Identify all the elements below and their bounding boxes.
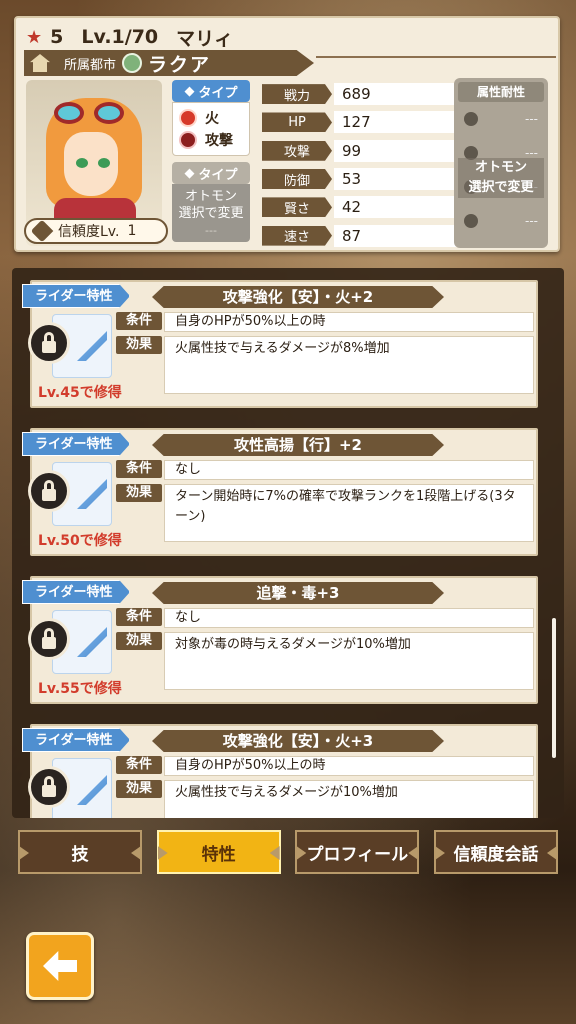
condition-text: なし [164,460,534,480]
city-band: 所属都市 ラクア [24,50,314,76]
trait-name: 攻撃強化【安】・火+2 [152,286,444,308]
effect-label: 効果 [116,484,162,502]
lock-icon [28,470,70,512]
rider-trait-label: ライダー特性 [22,728,130,752]
tab-traits[interactable]: 特性 [156,830,281,874]
city-label: 所属都市 [64,57,117,73]
character-status-card: ★ 5 Lv.1/70 マリィ 所属都市 ラクア 信頼度Lv. 1 ◆ タイプ … [14,16,560,252]
resistance-panel: 属性耐性 --- --- --- --- オトモン 選択で変更 [454,78,548,248]
stat-row: 賢さ 42 [262,193,458,221]
effect-text: 火属性技で与えるダメージが8%増加 [164,336,534,394]
trust-icon [30,219,54,243]
back-button[interactable] [26,932,94,1000]
stat-row: 戦力 689 [262,80,458,108]
tab-bar: 技 特性 プロフィール 信頼度会話 [18,830,558,876]
tab-profile[interactable]: プロフィール [295,830,420,874]
resist-icon [464,214,478,228]
element-type: 火 [205,111,219,127]
unlock-requirement: Lv.45で修得 [38,385,122,401]
rarity: 5 [50,26,64,48]
divider [316,56,556,70]
tab-trust-talk[interactable]: 信頼度会話 [433,830,558,874]
trust-level-badge: 信頼度Lv. 1 [24,218,168,244]
stat-row: 速さ 87 [262,221,458,249]
lock-icon [28,322,70,364]
stats-panel: 戦力 689 HP 127 攻撃 99 防御 53 賢さ 42 速さ 87 [262,80,458,250]
condition-label: 条件 [116,460,162,478]
city-name: ラクア [148,53,212,76]
resistance-title: 属性耐性 [458,82,544,102]
otomon-type-header: ◆ タイプ [172,162,250,184]
type-header: ◆ タイプ [172,80,250,102]
lock-icon [28,766,70,808]
condition-label: 条件 [116,608,162,626]
home-icon [30,54,50,72]
effect-label: 効果 [116,336,162,354]
star-icon: ★ [26,26,43,48]
style-type: 攻撃 [205,133,233,149]
unlock-requirement: Lv.55で修得 [38,681,122,697]
type-icon: ◆ [184,83,195,99]
fire-icon [179,109,197,127]
trait-card[interactable]: ライダー特性 攻撃強化【安】・火+2 Lv.45で修得 条件 自身のHPが50%… [22,280,538,408]
stat-row: 防御 53 [262,165,458,193]
trait-name: 追撃・毒+3 [152,582,444,604]
resist-icon [464,112,478,126]
attack-icon [179,131,197,149]
trait-name: 攻撃強化【安】・火+3 [152,730,444,752]
effect-label: 効果 [116,780,162,798]
level: Lv.1/70 [81,26,159,48]
character-header: ★ 5 Lv.1/70 マリィ [26,24,233,50]
character-name: マリィ [176,27,234,50]
scrollbar[interactable] [552,618,556,758]
back-arrow-icon [43,951,77,981]
tab-skills[interactable]: 技 [18,830,142,874]
otomon-type-box: オトモン 選択で変更 --- [172,184,250,242]
trust-label: 信頼度Lv. [58,224,120,240]
effect-label: 効果 [116,632,162,650]
condition-label: 条件 [116,756,162,774]
stat-row: HP 127 [262,108,458,136]
rider-trait-label: ライダー特性 [22,580,130,604]
trust-level: 1 [127,223,137,239]
condition-text: 自身のHPが50%以上の時 [164,756,534,776]
type-values: 火 攻撃 [172,102,250,156]
trait-card[interactable]: ライダー特性 追撃・毒+3 Lv.55で修得 条件 なし 効果 対象が毒の時与え… [22,576,538,704]
trait-list[interactable]: ライダー特性 攻撃強化【安】・火+2 Lv.45で修得 条件 自身のHPが50%… [12,268,564,818]
effect-text: 対象が毒の時与えるダメージが10%増加 [164,632,534,690]
type-icon: ◆ [184,165,195,181]
type-panel: ◆ タイプ 火 攻撃 ◆ タイプ オトモン 選択で変更 --- [172,80,250,242]
stat-row: 攻撃 99 [262,137,458,165]
condition-text: なし [164,608,534,628]
rider-trait-label: ライダー特性 [22,432,130,456]
lock-icon [28,618,70,660]
trait-name: 攻性高揚【行】+2 [152,434,444,456]
condition-text: 自身のHPが50%以上の時 [164,312,534,332]
rider-trait-label: ライダー特性 [22,284,130,308]
resistance-note: オトモン 選択で変更 [458,158,544,198]
city-emblem-icon [122,53,143,73]
trait-card[interactable]: ライダー特性 攻性高揚【行】+2 Lv.50で修得 条件 なし 効果 ターン開始… [22,428,538,556]
condition-label: 条件 [116,312,162,330]
effect-text: ターン開始時に7%の確率で攻撃ランクを1段階上げる(3ターン) [164,484,534,542]
trait-card[interactable]: ライダー特性 攻撃強化【安】・火+3 条件 自身のHPが50%以上の時 効果 火… [22,724,538,818]
unlock-requirement: Lv.50で修得 [38,533,122,549]
effect-text: 火属性技で与えるダメージが10%増加 [164,780,534,818]
